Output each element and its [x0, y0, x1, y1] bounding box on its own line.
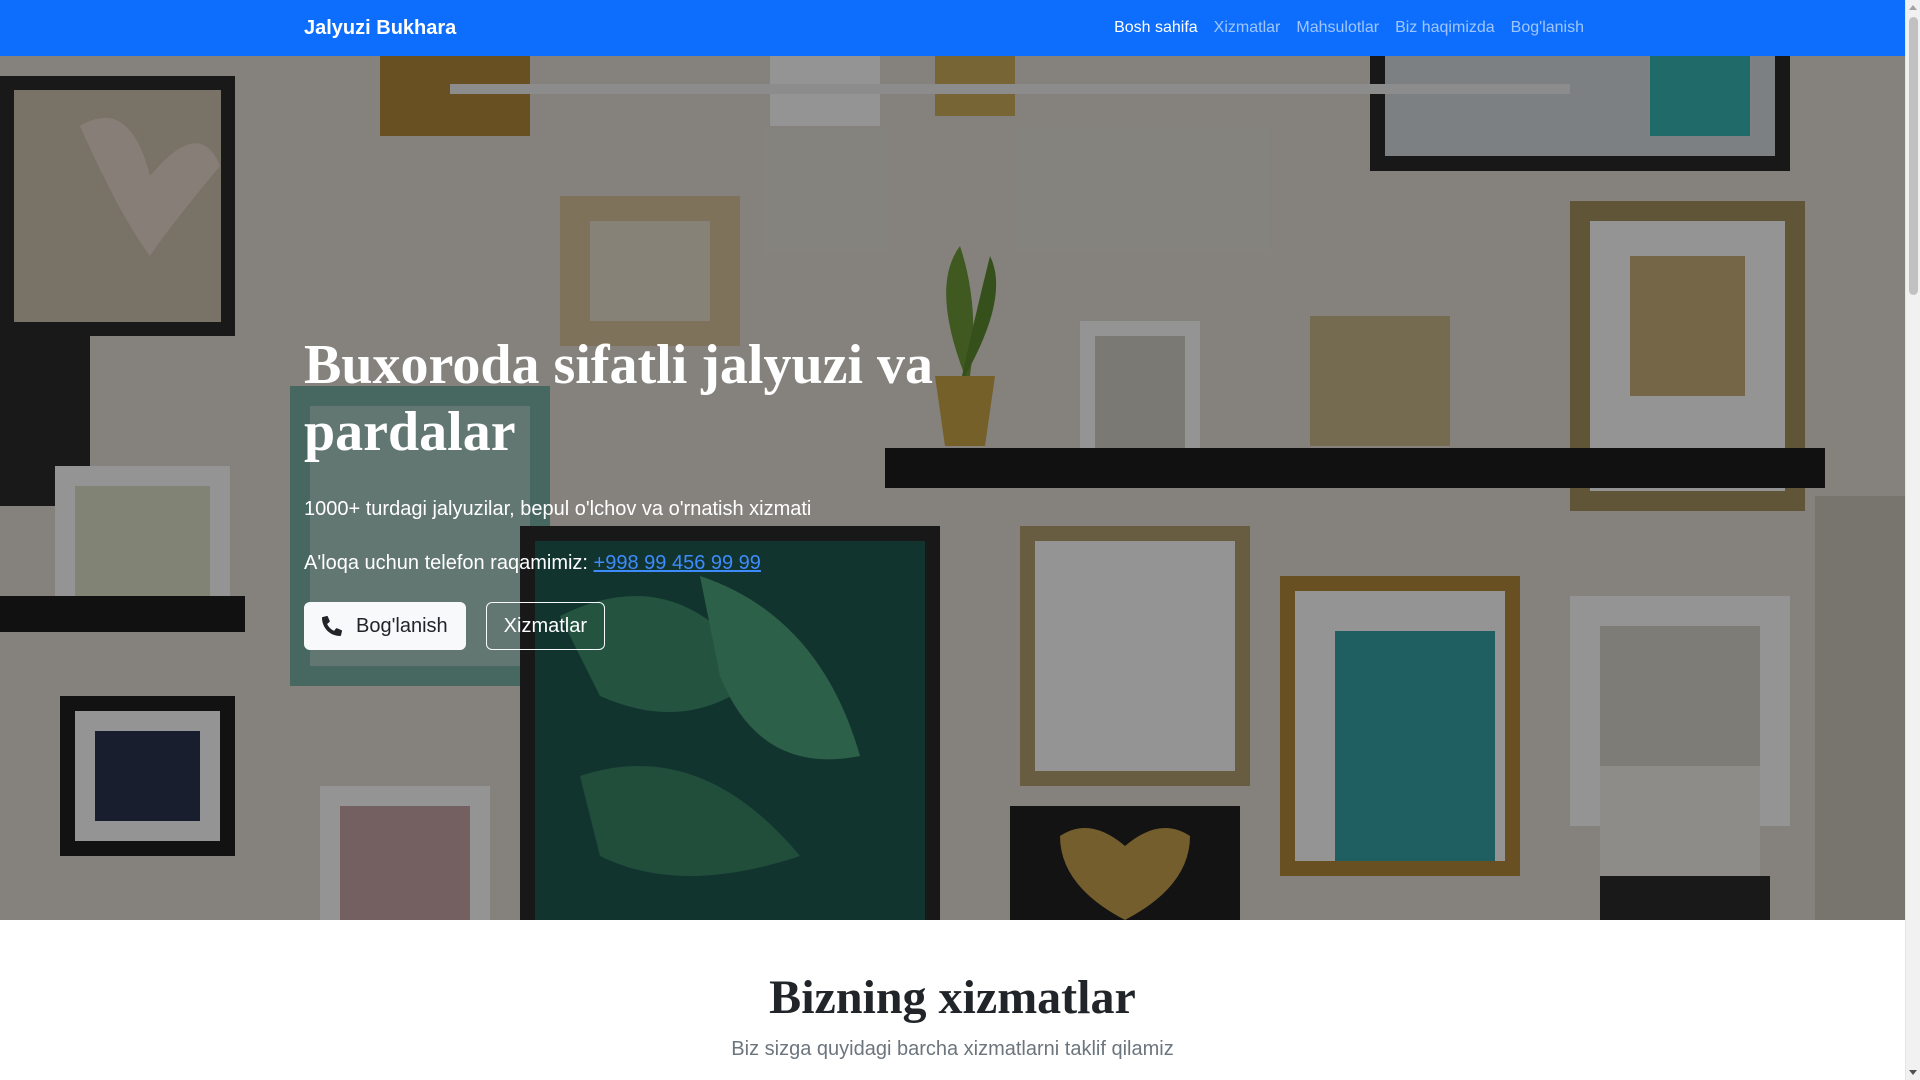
navbar: Jalyuzi Bukhara Bosh sahifa Xizmatlar Ma…: [0, 0, 1905, 56]
nav-link-services[interactable]: Xizmatlar: [1206, 19, 1289, 37]
nav-link-products[interactable]: Mahsulotlar: [1288, 19, 1387, 37]
navbar-container: Jalyuzi Bukhara Bosh sahifa Xizmatlar Ma…: [304, 0, 1592, 56]
services-section: Bizning xizmatlar Biz sizga quyidagi bar…: [0, 920, 1905, 1080]
scroll-thumb[interactable]: [1909, 17, 1918, 295]
nav-link-contact[interactable]: Bog'lanish: [1503, 19, 1592, 37]
phone-link[interactable]: +998 99 456 99 99: [594, 552, 761, 574]
hero-phone-line: A'loqa uchun telefon raqamimiz: +998 99 …: [304, 548, 1044, 578]
nav-link-about[interactable]: Biz haqimizda: [1387, 19, 1503, 37]
scroll-down-arrow-icon[interactable]: [1909, 1070, 1917, 1075]
page: Jalyuzi Bukhara Bosh sahifa Xizmatlar Ma…: [0, 0, 1920, 1080]
hero-subtitle: 1000+ turdagi jalyuzilar, bepul o'lchov …: [304, 498, 812, 520]
services-title: Bizning xizmatlar: [769, 971, 1136, 1024]
phone-icon: [322, 616, 342, 636]
services-button[interactable]: Xizmatlar: [485, 602, 606, 650]
hero-title: Buxoroda sifatli jalyuzi va pardalar: [304, 334, 934, 463]
page-scrollbar[interactable]: [1905, 0, 1920, 1080]
hero-section: Buxoroda sifatli jalyuzi va pardalar 100…: [0, 56, 1905, 920]
brand-link[interactable]: Jalyuzi Bukhara: [304, 17, 456, 40]
scroll-up-arrow-icon[interactable]: [1909, 5, 1917, 10]
services-subtitle: Biz sizga quyidagi barcha xizmatlarni ta…: [731, 1038, 1174, 1060]
contact-button-label: Bog'lanish: [356, 614, 448, 637]
nav-links: Bosh sahifa Xizmatlar Mahsulotlar Biz ha…: [1106, 19, 1592, 37]
nav-link-home[interactable]: Bosh sahifa: [1106, 19, 1206, 37]
hero-content: Buxoroda sifatli jalyuzi va pardalar 100…: [304, 332, 1044, 650]
hero-buttons: Bog'lanish Xizmatlar: [304, 602, 1044, 650]
contact-button[interactable]: Bog'lanish: [304, 602, 466, 650]
hero-phone-prefix: A'loqa uchun telefon raqamimiz:: [304, 552, 588, 574]
services-button-label: Xizmatlar: [503, 614, 588, 637]
